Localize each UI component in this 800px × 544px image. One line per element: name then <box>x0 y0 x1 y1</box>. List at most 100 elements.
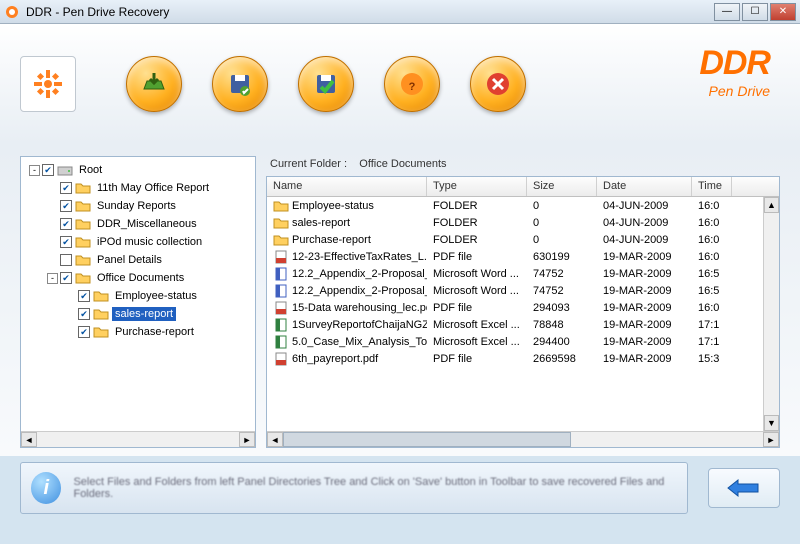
tree-checkbox[interactable]: ✔ <box>60 272 72 284</box>
list-row[interactable]: 12.2_Appendix_2-Proposal_...Microsoft Wo… <box>267 265 779 282</box>
tree-item-label: 11th May Office Report <box>94 181 212 195</box>
list-row[interactable]: 1SurveyReportofChaijaNGZ...Microsoft Exc… <box>267 316 779 333</box>
word-icon <box>273 284 289 298</box>
tree-checkbox[interactable]: ✔ <box>78 326 90 338</box>
current-folder-value: Office Documents <box>359 158 446 170</box>
scroll-right-icon[interactable]: ► <box>239 432 255 447</box>
svg-text:?: ? <box>409 81 416 93</box>
col-name[interactable]: Name <box>267 177 427 196</box>
scroll-left-icon[interactable]: ◄ <box>21 432 37 447</box>
tree-item[interactable]: -✔ Office Documents <box>25 269 251 287</box>
tree-item[interactable]: -✔ Root <box>25 161 251 179</box>
tree-toggle-icon[interactable] <box>47 201 58 212</box>
info-icon: i <box>31 472 61 504</box>
open-button[interactable] <box>126 56 182 112</box>
list-row[interactable]: sales-reportFOLDER004-JUN-200916:0 <box>267 214 779 231</box>
open-icon <box>139 69 169 99</box>
titlebar: DDR - Pen Drive Recovery — ☐ ✕ <box>0 0 800 24</box>
tree-toggle-icon[interactable] <box>47 183 58 194</box>
brand-main: DDR <box>699 44 770 83</box>
list-row[interactable]: 12-23-EffectiveTaxRates_L...PDF file6301… <box>267 248 779 265</box>
pdf-icon <box>273 301 289 315</box>
excel-icon <box>273 335 289 349</box>
folder-icon <box>273 216 289 230</box>
tree-checkbox[interactable]: ✔ <box>60 218 72 230</box>
cancel-icon <box>483 69 513 99</box>
verify-button[interactable] <box>298 56 354 112</box>
folder-icon <box>93 307 109 321</box>
tree-item[interactable]: ✔ Sunday Reports <box>25 197 251 215</box>
tree-item-label: Sunday Reports <box>94 199 179 213</box>
file-list: Name Type Size Date Time Employee-status… <box>266 176 780 448</box>
tree-item[interactable]: Panel Details <box>25 251 251 269</box>
tree-item[interactable]: ✔iPOd music collection <box>25 233 251 251</box>
list-header[interactable]: Name Type Size Date Time <box>267 177 779 197</box>
tree-toggle-icon[interactable] <box>65 291 76 302</box>
tree-item[interactable]: ✔ Employee-status <box>25 287 251 305</box>
tree-item-label: Office Documents <box>94 271 187 285</box>
minimize-button[interactable]: — <box>714 3 740 21</box>
tree-item-label: Root <box>76 163 105 177</box>
tree-toggle-icon[interactable] <box>47 237 58 248</box>
verify-icon <box>311 69 341 99</box>
list-row[interactable]: 15-Data warehousing_lec.pdfPDF file29409… <box>267 299 779 316</box>
folder-icon <box>93 289 109 303</box>
list-row[interactable]: 12.2_Appendix_2-Proposal_...Microsoft Wo… <box>267 282 779 299</box>
tree-toggle-icon[interactable]: - <box>47 273 58 284</box>
tree-item[interactable]: ✔sales-report <box>25 305 251 323</box>
folder-icon <box>75 271 91 285</box>
tree-checkbox[interactable]: ✔ <box>78 290 90 302</box>
current-folder-label: Current Folder : Office Documents <box>266 156 780 176</box>
tree-checkbox[interactable] <box>60 254 72 266</box>
list-hscrollbar[interactable]: ◄ ► <box>267 431 779 447</box>
tree-item-label: Employee-status <box>112 289 200 303</box>
col-type[interactable]: Type <box>427 177 527 196</box>
scroll-left-icon[interactable]: ◄ <box>267 432 283 447</box>
hint-text: Select Files and Folders from left Panel… <box>73 476 677 500</box>
help-button[interactable]: ? <box>384 56 440 112</box>
help-icon: ? <box>397 69 427 99</box>
logo-button[interactable] <box>20 56 76 112</box>
folder-tree[interactable]: -✔Root✔11th May Office Report✔Sunday Rep… <box>21 157 255 431</box>
tree-hscrollbar[interactable]: ◄ ► <box>21 431 255 447</box>
tree-toggle-icon[interactable] <box>47 255 58 266</box>
tree-checkbox[interactable]: ✔ <box>78 308 90 320</box>
tree-item-label: Purchase-report <box>112 325 197 339</box>
tree-checkbox[interactable]: ✔ <box>60 182 72 194</box>
back-button[interactable] <box>708 468 780 508</box>
folder-icon <box>273 233 289 247</box>
list-row[interactable]: 6th_payreport.pdfPDF file266959819-MAR-2… <box>267 350 779 367</box>
scroll-right-icon[interactable]: ► <box>763 432 779 447</box>
folder-icon <box>75 235 91 249</box>
folder-icon <box>75 253 91 267</box>
folder-icon <box>75 181 91 195</box>
save-button[interactable] <box>212 56 268 112</box>
folder-icon <box>93 325 109 339</box>
brand-logo: DDR Pen Drive <box>699 44 770 99</box>
tree-checkbox[interactable]: ✔ <box>60 200 72 212</box>
tree-toggle-icon[interactable] <box>47 219 58 230</box>
list-row[interactable]: Employee-statusFOLDER004-JUN-200916:0 <box>267 197 779 214</box>
tree-checkbox[interactable]: ✔ <box>60 236 72 248</box>
tree-toggle-icon[interactable]: - <box>29 165 40 176</box>
folder-icon <box>75 199 91 213</box>
hint-panel: i Select Files and Folders from left Pan… <box>20 462 688 514</box>
col-date[interactable]: Date <box>597 177 692 196</box>
save-icon <box>225 69 255 99</box>
list-row[interactable]: Purchase-reportFOLDER004-JUN-200916:0 <box>267 231 779 248</box>
col-time[interactable]: Time <box>692 177 732 196</box>
tree-item[interactable]: ✔ 11th May Office Report <box>25 179 251 197</box>
tree-toggle-icon[interactable] <box>65 309 76 320</box>
close-button[interactable]: ✕ <box>770 3 796 21</box>
list-vscrollbar[interactable]: ▲ ▼ <box>763 197 779 431</box>
list-row[interactable]: 5.0_Case_Mix_Analysis_To...Microsoft Exc… <box>267 333 779 350</box>
tree-toggle-icon[interactable] <box>65 327 76 338</box>
scroll-up-icon[interactable]: ▲ <box>764 197 779 213</box>
tree-item[interactable]: ✔ Purchase-report <box>25 323 251 341</box>
scroll-down-icon[interactable]: ▼ <box>764 415 779 431</box>
tree-item[interactable]: ✔DDR_Miscellaneous <box>25 215 251 233</box>
maximize-button[interactable]: ☐ <box>742 3 768 21</box>
col-size[interactable]: Size <box>527 177 597 196</box>
cancel-button[interactable] <box>470 56 526 112</box>
tree-checkbox[interactable]: ✔ <box>42 164 54 176</box>
